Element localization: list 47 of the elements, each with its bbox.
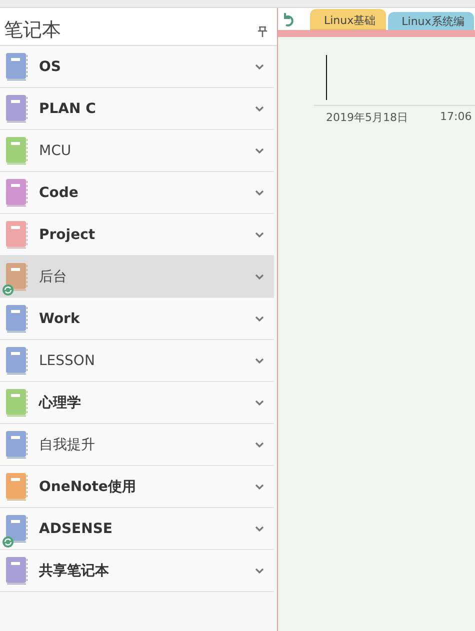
pin-icon[interactable] [258,26,267,37]
chevron-icon[interactable] [255,568,264,574]
chevron-icon[interactable] [255,106,264,112]
notebook-name: 后台 [39,268,68,286]
chevron-icon[interactable] [255,64,264,70]
chevron-icon[interactable] [255,526,264,532]
notebook-item[interactable]: 心理学 [0,382,274,424]
chevron-icon[interactable] [255,232,264,238]
chevron-icon[interactable] [255,316,264,322]
section-tab[interactable]: Linux系统编 [388,12,474,30]
notebook-name: Code [39,184,80,200]
notebook-item[interactable]: 自我提升 [0,424,274,466]
page-time: 17:06 [440,110,472,125]
notebook-item[interactable]: Project [0,214,274,256]
notebook-name: 自我提升 [39,436,96,454]
notebook-item[interactable]: Code [0,172,274,214]
chevron-icon[interactable] [255,442,264,448]
notebook-name: MCU [39,142,72,158]
notebook-item[interactable]: OneNote使用 [0,466,274,508]
chevron-icon[interactable] [255,484,264,490]
notebook-name: OneNote使用 [39,478,137,496]
notebook-name: Project [39,226,96,242]
chevron-icon[interactable] [255,358,264,364]
text-cursor [326,55,327,100]
notebook-name: 共享笔记本 [39,562,110,580]
back-arrow-icon[interactable] [282,11,294,27]
notebook-name: OS [39,58,62,74]
notebook-item[interactable]: MCU [0,130,274,172]
section-tab[interactable]: Linux基础 [310,9,386,30]
chevron-icon[interactable] [255,274,264,280]
notebook-item[interactable]: Work [0,298,274,340]
chevron-icon[interactable] [255,148,264,154]
notebook-name: Work [39,310,81,326]
notebook-item[interactable]: PLAN C [0,88,274,130]
notebook-name: ADSENSE [39,520,114,536]
notebook-item[interactable]: 共享笔记本 [0,550,274,592]
chevron-icon[interactable] [255,400,264,406]
page-date: 2019年5月18日 [326,110,408,125]
notebook-item[interactable]: LESSON [0,340,274,382]
notebook-item[interactable]: OS [0,46,274,88]
notebook-name: 心理学 [39,394,82,412]
notebook-item[interactable]: ADSENSE [0,508,274,550]
notebook-item[interactable]: 后台 [0,256,274,298]
chevron-icon[interactable] [255,190,264,196]
notebooks-title: 笔记本 [4,18,61,43]
notebook-name: PLAN C [39,100,97,116]
notebook-name: LESSON [39,352,96,368]
